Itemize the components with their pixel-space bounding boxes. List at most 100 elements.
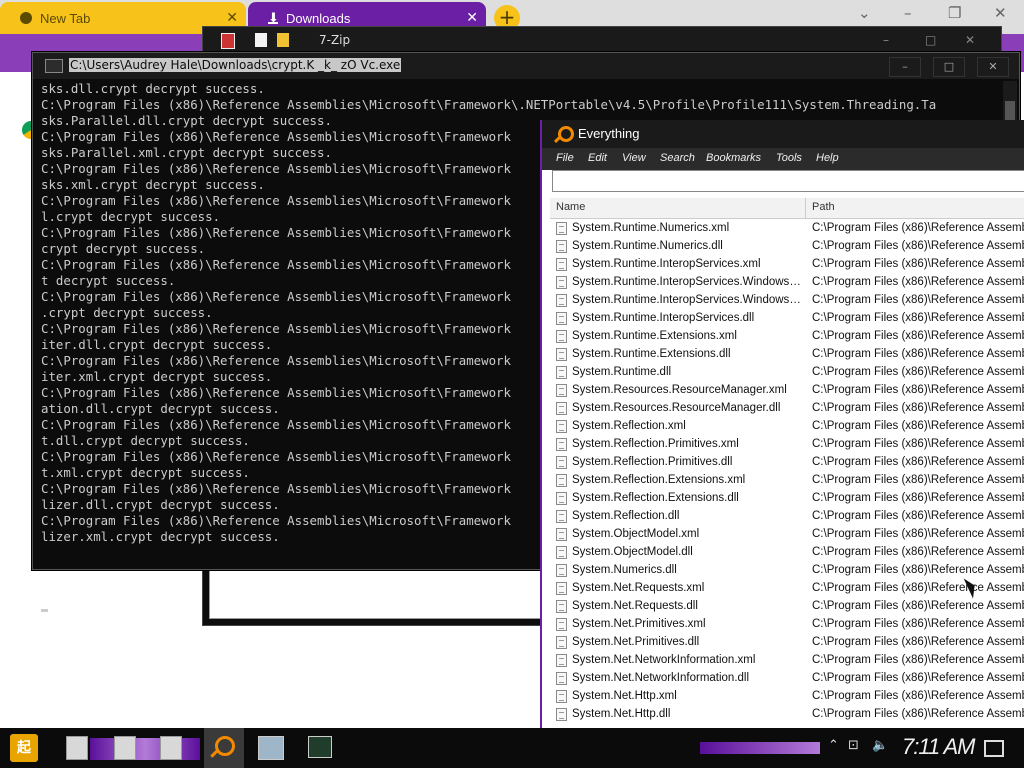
menu-search[interactable]: Search: [660, 152, 695, 164]
minimize-button[interactable]: –: [889, 57, 921, 77]
tab-search-chevron-icon[interactable]: ⌄: [858, 4, 871, 22]
menu-view[interactable]: View: [622, 152, 646, 164]
close-window-button[interactable]: ✕: [994, 4, 1007, 22]
close-button[interactable]: ✕: [965, 33, 975, 47]
file-path: C:\Program Files (x86)\Reference Assembl…: [812, 402, 1024, 414]
table-row[interactable]: System.ObjectModel.dll C:\Program Files (…: [550, 544, 1024, 562]
file-icon: [556, 636, 567, 649]
window-title: Everything: [578, 126, 640, 141]
menu-file[interactable]: File: [556, 152, 574, 164]
taskbar-decoration: [700, 742, 820, 754]
table-row[interactable]: System.Net.NetworkInformation.xml C:\Prog…: [550, 652, 1024, 670]
table-row[interactable]: System.Reflection.Primitives.xml C:\Progr…: [550, 436, 1024, 454]
table-row[interactable]: System.Resources.ResourceManager.dll C:\P…: [550, 400, 1024, 418]
minimize-button[interactable]: –: [883, 33, 889, 47]
file-path: C:\Program Files (x86)\Reference Assembl…: [812, 690, 1024, 702]
minimize-button[interactable]: –: [904, 4, 912, 22]
close-button[interactable]: ✕: [977, 57, 1009, 77]
table-row[interactable]: System.Runtime.Extensions.dll C:\Program …: [550, 346, 1024, 364]
up-arrow-icon[interactable]: ⌃: [828, 738, 839, 753]
table-row[interactable]: System.Runtime.InteropServices.dll C:\Pro…: [550, 310, 1024, 328]
close-tab-icon[interactable]: ✕: [466, 9, 478, 26]
taskbar-console-icon[interactable]: [308, 736, 332, 758]
file-path: C:\Program Files (x86)\Reference Assembl…: [812, 654, 1024, 666]
file-path: C:\Program Files (x86)\Reference Assembl…: [812, 222, 1024, 234]
maximize-button[interactable]: □: [933, 57, 965, 77]
table-row[interactable]: System.Reflection.xml C:\Program Files (x…: [550, 418, 1024, 436]
table-row[interactable]: System.Reflection.Primitives.dll C:\Progr…: [550, 454, 1024, 472]
volume-icon[interactable]: 🔈: [872, 738, 888, 753]
taskbar-app-icon[interactable]: [114, 736, 136, 760]
file-path: C:\Program Files (x86)\Reference Assembl…: [812, 600, 1024, 612]
sevenzip-file-list[interactable]: [209, 567, 551, 619]
results-list[interactable]: Name Path System.Runtime.Numerics.xml C:\…: [550, 198, 1024, 760]
file-path: C:\Program Files (x86)\Reference Assembl…: [812, 384, 1024, 396]
column-header-path[interactable]: Path: [812, 201, 835, 213]
file-name: System.Net.Primitives.dll: [572, 636, 700, 648]
table-row[interactable]: System.Reflection.Extensions.dll C:\Progr…: [550, 490, 1024, 508]
file-path: C:\Program Files (x86)\Reference Assembl…: [812, 474, 1024, 486]
menu-bookmarks[interactable]: Bookmarks: [706, 152, 761, 164]
sevenzip-titlebar: 7-Zip – □ ✕: [203, 27, 1001, 55]
table-row[interactable]: System.Net.Primitives.dll C:\Program File…: [550, 634, 1024, 652]
everything-window[interactable]: Everything File Edit View Search Bookmar…: [540, 120, 1024, 760]
file-name: System.Runtime.InteropServices.WindowsRu…: [572, 276, 804, 288]
console-icon: [45, 59, 63, 73]
taskbar-app-icon[interactable]: [160, 736, 182, 760]
file-icon: [556, 510, 567, 523]
table-row[interactable]: System.Numerics.dll C:\Program Files (x86…: [550, 562, 1024, 580]
search-input[interactable]: [552, 170, 1024, 192]
file-path: C:\Program Files (x86)\Reference Assembl…: [812, 636, 1024, 648]
table-row[interactable]: System.Runtime.Numerics.xml C:\Program Fi…: [550, 220, 1024, 238]
taskbar-image-app-icon[interactable]: [258, 736, 284, 760]
table-row[interactable]: System.Net.Primitives.xml C:\Program File…: [550, 616, 1024, 634]
taskbar-everything[interactable]: [204, 728, 244, 768]
maximize-button[interactable]: □: [925, 33, 936, 47]
file-icon: [556, 312, 567, 325]
network-icon[interactable]: ⊡: [848, 738, 859, 753]
table-row[interactable]: System.Runtime.Numerics.dll C:\Program Fi…: [550, 238, 1024, 256]
file-icon: [556, 708, 567, 721]
everything-titlebar[interactable]: Everything: [542, 120, 1024, 148]
file-path: C:\Program Files (x86)\Reference Assembl…: [812, 708, 1024, 720]
console-titlebar[interactable]: C:\Users\Audrey Hale\Downloads\crypt.K _…: [33, 53, 1019, 79]
file-path: C:\Program Files (x86)\Reference Assembl…: [812, 294, 1024, 306]
taskbar: 起 ⌃ ⊡ 🔈 7:11 AM: [0, 728, 1024, 768]
magnifier-icon: [558, 126, 574, 142]
file-icon: [556, 348, 567, 361]
column-header-name[interactable]: Name: [556, 201, 585, 213]
tab-label: Downloads: [286, 10, 351, 26]
start-button[interactable]: 起: [10, 734, 38, 762]
table-row[interactable]: System.Runtime.Extensions.xml C:\Program …: [550, 328, 1024, 346]
console-line: C:\Program Files (x86)\Reference Assembl…: [41, 97, 937, 112]
table-row[interactable]: System.Reflection.dll C:\Program Files (x…: [550, 508, 1024, 526]
file-path: C:\Program Files (x86)\Reference Assembl…: [812, 312, 1024, 324]
table-row[interactable]: System.Reflection.Extensions.xml C:\Progr…: [550, 472, 1024, 490]
menu-edit[interactable]: Edit: [588, 152, 607, 164]
file-icon: [556, 402, 567, 415]
file-name: System.Runtime.Extensions.dll: [572, 348, 731, 360]
console-line: sks.dll.crypt decrypt success.: [41, 81, 265, 96]
table-row[interactable]: System.Net.NetworkInformation.dll C:\Prog…: [550, 670, 1024, 688]
menu-tools[interactable]: Tools: [776, 152, 802, 164]
table-row[interactable]: System.ObjectModel.xml C:\Program Files (…: [550, 526, 1024, 544]
file-path: C:\Program Files (x86)\Reference Assembl…: [812, 582, 1024, 594]
table-row[interactable]: System.Net.Requests.dll C:\Program Files …: [550, 598, 1024, 616]
menu-help[interactable]: Help: [816, 152, 839, 164]
close-tab-icon[interactable]: ✕: [226, 9, 238, 26]
notification-icon[interactable]: [984, 740, 1004, 757]
column-divider[interactable]: [805, 198, 806, 218]
checklist-icon: [255, 33, 267, 47]
table-row[interactable]: System.Net.Requests.xml C:\Program Files …: [550, 580, 1024, 598]
table-row[interactable]: System.Resources.ResourceManager.xml C:\P…: [550, 382, 1024, 400]
file-name: System.Runtime.InteropServices.dll: [572, 312, 755, 324]
table-row[interactable]: System.Net.Http.dll C:\Program Files (x86…: [550, 706, 1024, 724]
clock[interactable]: 7:11 AM: [902, 734, 975, 760]
table-row[interactable]: System.Runtime.InteropServices.WindowsRu…: [550, 274, 1024, 292]
taskbar-app-icon[interactable]: [66, 736, 88, 760]
table-row[interactable]: System.Runtime.dll C:\Program Files (x86)…: [550, 364, 1024, 382]
table-row[interactable]: System.Net.Http.xml C:\Program Files (x86…: [550, 688, 1024, 706]
restore-button[interactable]: ❐: [948, 4, 961, 22]
table-row[interactable]: System.Runtime.InteropServices.WindowsRu…: [550, 292, 1024, 310]
table-row[interactable]: System.Runtime.InteropServices.xml C:\Pro…: [550, 256, 1024, 274]
